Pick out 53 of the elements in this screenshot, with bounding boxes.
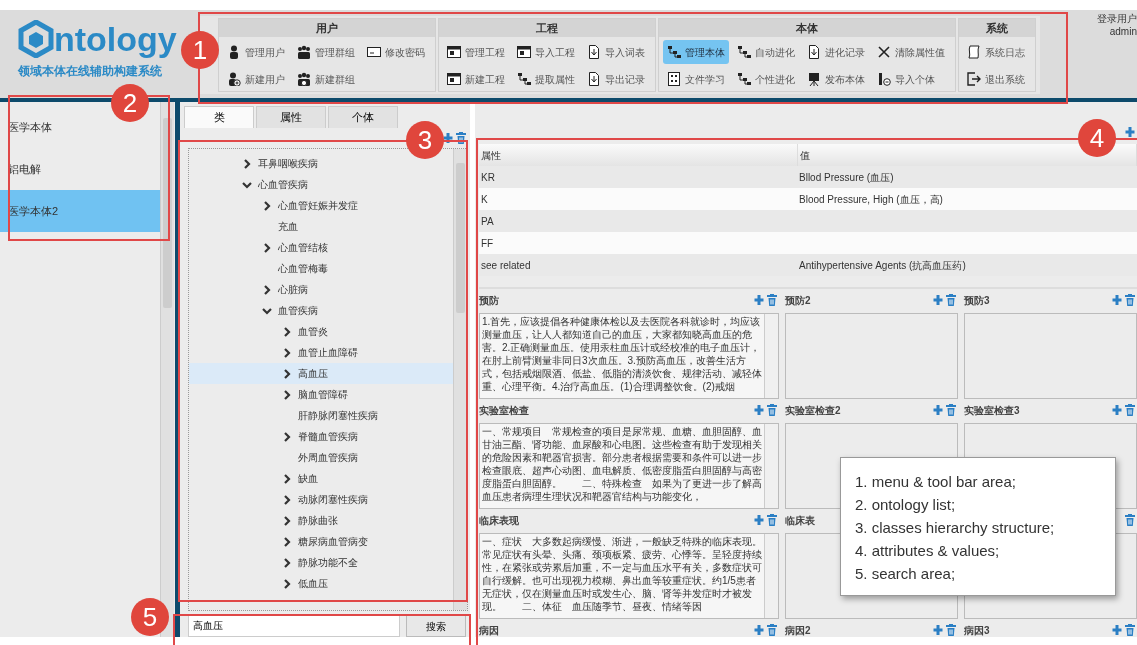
legend-item: 1. menu & tool bar area; <box>855 472 1017 492</box>
tree-label: 耳鼻咽喉疾病 <box>257 157 318 171</box>
tree-label: 血管止血障碍 <box>297 346 358 360</box>
tree-label: 外周血管疾病 <box>297 451 358 465</box>
legend-item: 3. classes hierarchy structure; <box>855 518 1056 538</box>
table-cell: Blood Pressure, High (血压，高) <box>799 193 943 205</box>
group-title: 本体 <box>659 19 955 37</box>
tree-label: 动脉闭塞性疾病 <box>297 493 368 507</box>
table-cell: PA <box>481 215 494 227</box>
tree-label: 心脏病 <box>277 283 308 297</box>
panel-title: 预防3 <box>964 294 990 307</box>
tree-label: 糖尿病血管病变 <box>297 535 368 549</box>
table-cell: FF <box>481 237 494 249</box>
group-title: 用户 <box>219 19 435 37</box>
table-cell: K <box>481 193 488 205</box>
tree-label: 血管炎 <box>297 325 328 339</box>
tree-label: 心血管结核 <box>277 241 328 255</box>
panel-title: 预防 <box>479 294 499 307</box>
legend-item: 4. attributes & values; <box>855 541 1001 561</box>
table-cell: see related <box>481 259 531 271</box>
user-name: admin <box>1108 25 1137 38</box>
legend-item: 2. ontology list; <box>855 495 957 515</box>
panel-title: 实验室检查2 <box>785 404 841 417</box>
tree-label: 心血管妊娠并发症 <box>277 199 358 213</box>
tree-label: 高血压 <box>297 367 328 381</box>
panel-title: 病因3 <box>964 624 990 637</box>
table-cell: Antihypertensive Agents (抗高血压药) <box>799 259 966 271</box>
panel-title: 实验室检查 <box>479 404 529 417</box>
tree-label: 心血管疾病 <box>257 178 308 192</box>
tree-label: 血管疾病 <box>277 304 318 318</box>
panel-title: 病因 <box>479 624 499 637</box>
login-label: 登录用户 <box>1096 12 1137 25</box>
tree-label: 脊髓血管疾病 <box>297 430 358 444</box>
tree-label: 脑血管障碍 <box>297 388 348 402</box>
logo-text: ntology <box>54 22 177 56</box>
panel-title: 病因2 <box>785 624 811 637</box>
panel-title: 实验室检查3 <box>964 404 1020 417</box>
table-cell: KR <box>481 171 495 183</box>
tree-label: 低血压 <box>297 577 328 591</box>
legend-item: 5. search area; <box>855 564 957 584</box>
panel-title: 预防2 <box>785 294 811 307</box>
tree-label: 充血 <box>277 220 298 234</box>
tree-label: 静脉功能不全 <box>297 556 358 570</box>
table-cell: Bllod Pressure (血压) <box>799 171 894 183</box>
panel-title: 临床表现 <box>479 514 519 527</box>
tree-label: 心血管梅毒 <box>277 262 328 276</box>
group-title: 系统 <box>959 19 1035 37</box>
tree-label: 肝静脉闭塞性疾病 <box>297 409 378 423</box>
group-title: 工程 <box>439 19 655 37</box>
tree-label: 缺血 <box>297 472 318 486</box>
logo-subtitle: 领域本体在线辅助构建系统 <box>18 63 163 80</box>
panel-title: 临床表 <box>785 514 815 527</box>
tree-label: 静脉曲张 <box>297 514 338 528</box>
